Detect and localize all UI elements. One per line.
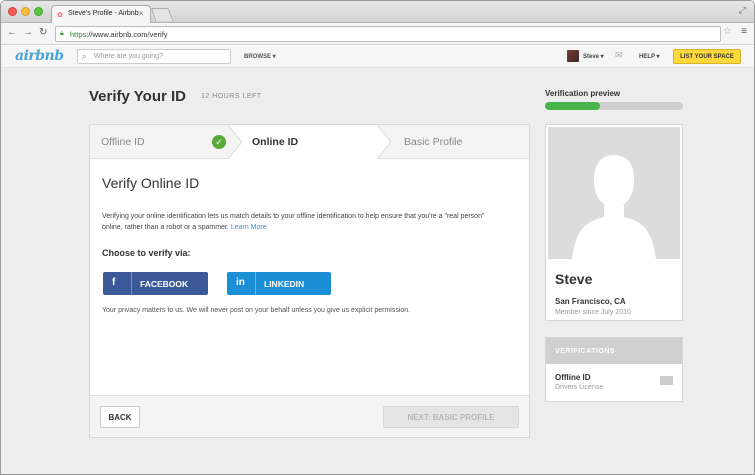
choose-label: Choose to verify via:	[102, 248, 191, 258]
step-progress-bar: Offline ID ✓ Online ID Basic Profile	[90, 125, 529, 159]
facebook-icon: f	[112, 277, 116, 288]
reload-icon[interactable]: ↻	[39, 27, 47, 38]
profile-card: Steve San Francisco, CA Member since Jul…	[545, 124, 683, 321]
next-basic-profile-button[interactable]: NEXT: BASIC PROFILE	[383, 406, 519, 428]
browse-menu[interactable]: BROWSE ▾	[244, 53, 276, 60]
verification-title: Offline ID	[555, 373, 591, 382]
profile-location: San Francisco, CA	[555, 297, 626, 306]
verification-preview-label: Verification preview	[545, 89, 621, 98]
back-button[interactable]: BACK	[100, 406, 140, 428]
verification-subtitle: Drivers License	[555, 384, 604, 391]
search-icon: ⌕	[82, 52, 87, 61]
progress-fill	[545, 102, 601, 110]
page-content: Verify Your ID 12 HOURS LEFT Offline ID …	[1, 68, 754, 474]
id-card-icon	[660, 376, 673, 385]
description-text: Verifying your online identification let…	[102, 213, 485, 231]
title-bar: ✿ Steve's Profile - Airbnb ✕ ⤢	[1, 1, 754, 24]
linkedin-button[interactable]: in LINKEDIN	[227, 272, 331, 295]
tab-close-icon[interactable]: ✕	[138, 10, 144, 18]
learn-more-link[interactable]: Learn More	[231, 224, 267, 231]
browser-toolbar: ← → ↻ 🔒︎ https://www.airbnb.com/verify ☆…	[1, 23, 754, 45]
browser-tab[interactable]: ✿ Steve's Profile - Airbnb ✕	[51, 5, 151, 24]
facebook-label: FACEBOOK	[140, 279, 189, 289]
browser-menu-icon[interactable]: ≡	[741, 26, 747, 37]
verify-body: Verify Online ID Verifying your online i…	[90, 159, 529, 395]
lock-icon: 🔒︎	[60, 30, 64, 37]
checkmark-icon: ✓	[212, 135, 226, 149]
close-window-button[interactable]	[8, 7, 17, 16]
url-path: ://www.airbnb.com/verify	[86, 30, 168, 39]
site-header: airbnb ⌕ Where are you going? BROWSE ▾ S…	[1, 46, 754, 68]
airbnb-favicon-icon: ✿	[57, 12, 63, 19]
privacy-note: Your privacy matters to us. We will neve…	[102, 307, 411, 314]
step-basic-profile: Basic Profile	[404, 136, 463, 148]
minimize-window-button[interactable]	[21, 7, 30, 16]
address-bar[interactable]: 🔒︎ https://www.airbnb.com/verify	[55, 26, 721, 42]
back-arrow-icon[interactable]: ←	[7, 27, 17, 38]
mail-icon[interactable]: ✉	[615, 50, 623, 61]
card-footer: BACK NEXT: BASIC PROFILE	[90, 395, 529, 437]
tab-title: Steve's Profile - Airbnb	[68, 10, 139, 17]
profile-name: Steve	[555, 271, 593, 287]
airbnb-logo[interactable]: airbnb	[15, 48, 64, 64]
step-divider-shape	[228, 125, 242, 159]
button-divider	[131, 272, 132, 295]
verification-progress-bar	[545, 102, 683, 110]
verify-card: Offline ID ✓ Online ID Basic Profile Ver…	[89, 124, 530, 438]
verifications-panel: VERIFICATIONS Offline ID Drivers License	[545, 337, 683, 402]
list-your-space-button[interactable]: LIST YOUR SPACE	[673, 49, 741, 64]
verifications-header: VERIFICATIONS	[546, 338, 682, 364]
time-left-label: 12 HOURS LEFT	[201, 93, 262, 100]
search-input[interactable]: ⌕ Where are you going?	[77, 49, 231, 64]
zoom-window-button[interactable]	[34, 7, 43, 16]
new-tab-button[interactable]	[150, 8, 174, 21]
url-scheme: https	[70, 30, 87, 39]
user-menu[interactable]: Steve ▾	[583, 53, 604, 60]
avatar[interactable]	[567, 50, 579, 62]
section-title: Verify Online ID	[102, 175, 200, 191]
description: Verifying your online identification let…	[102, 211, 502, 233]
linkedin-label: LINKEDIN	[264, 279, 305, 289]
fullscreen-icon[interactable]: ⤢	[739, 5, 746, 16]
browser-window: ✿ Steve's Profile - Airbnb ✕ ⤢ ← → ↻ 🔒︎ …	[0, 0, 755, 475]
step-online-id: Online ID	[252, 136, 299, 148]
linkedin-icon: in	[236, 277, 245, 288]
profile-photo-placeholder	[548, 127, 680, 259]
facebook-button[interactable]: f FACEBOOK	[103, 272, 208, 295]
bookmark-star-icon[interactable]: ☆	[723, 26, 732, 37]
page-title: Verify Your ID	[89, 88, 186, 105]
member-since: Member since July 2010	[555, 309, 631, 316]
help-menu[interactable]: HELP ▾	[639, 53, 660, 60]
search-placeholder: Where are you going?	[94, 53, 163, 60]
button-divider	[255, 272, 256, 295]
forward-arrow-icon[interactable]: →	[23, 27, 33, 38]
person-silhouette-icon	[548, 127, 680, 259]
step-offline-id: Offline ID	[101, 136, 145, 148]
step-divider-icon	[377, 125, 391, 159]
